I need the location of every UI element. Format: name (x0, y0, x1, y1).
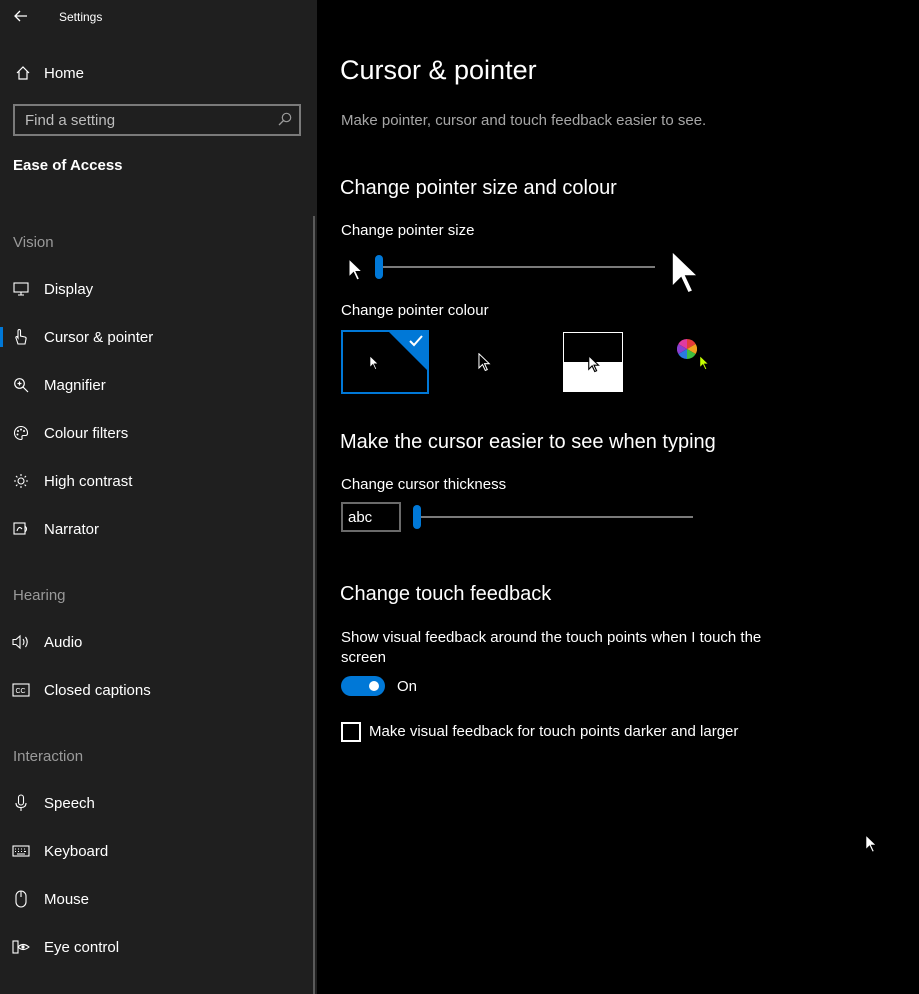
sidebar-item-label: Keyboard (44, 842, 109, 860)
sidebar-item-label: Magnifier (44, 376, 106, 394)
search-icon[interactable] (278, 112, 292, 131)
cursor-preview-box: abc (341, 502, 401, 532)
colour-option-white[interactable] (341, 330, 429, 394)
sidebar-item-label: Display (44, 280, 94, 298)
cursor-thickness-label: Change cursor thickness (341, 476, 507, 493)
colour-option-inverted[interactable] (563, 332, 623, 392)
inverted-pointer-icon (588, 355, 600, 373)
cursor-section-heading: Make the cursor easier to see when typin… (340, 431, 716, 453)
palette-icon (12, 424, 30, 442)
sidebar-item-magnifier[interactable]: Magnifier (0, 365, 312, 405)
sidebar-item-eye-control[interactable]: Eye control (0, 927, 312, 967)
touch-feedback-description: Show visual feedback around the touch po… (341, 629, 762, 666)
sidebar-item-closed-captions[interactable]: CC Closed captions (0, 670, 312, 710)
colour-wheel-icon (677, 339, 697, 359)
mouse-icon (12, 890, 30, 908)
darker-larger-checkbox[interactable] (341, 722, 361, 742)
sidebar-item-narrator[interactable]: Narrator (0, 509, 312, 549)
sidebar-item-label: Narrator (44, 520, 100, 538)
sidebar-scrollbar[interactable] (313, 216, 315, 994)
narrator-icon (12, 520, 30, 538)
sidebar-item-label: Closed captions (44, 681, 151, 699)
cursor-thickness-track[interactable] (417, 516, 693, 518)
sidebar-item-colour-filters[interactable]: Colour filters (0, 413, 312, 453)
cursor-thickness-slider[interactable] (413, 505, 421, 529)
pointer-colour-label: Change pointer colour (341, 302, 489, 319)
sidebar-item-label: Eye control (44, 938, 120, 956)
small-pointer-icon (348, 258, 364, 281)
back-button[interactable] (8, 4, 34, 28)
category-title: Ease of Access (13, 157, 123, 174)
toggle-state-label: On (397, 678, 418, 695)
sidebar-item-display[interactable]: Display (0, 269, 312, 309)
sidebar-item-label: Cursor & pointer (44, 328, 154, 346)
white-pointer-icon (369, 355, 380, 371)
eye-icon (12, 938, 30, 956)
pointer-size-label: Change pointer size (341, 222, 475, 239)
colour-option-custom[interactable] (673, 330, 761, 394)
checkmark-icon (409, 335, 423, 347)
magnifier-icon (12, 376, 30, 394)
app-title: Settings (59, 10, 103, 24)
touch-section-heading: Change touch feedback (340, 583, 552, 605)
section-header-hearing: Hearing (13, 587, 66, 604)
sidebar-item-label: Mouse (44, 890, 90, 908)
keyboard-icon (12, 842, 30, 860)
large-pointer-icon (671, 249, 700, 295)
sidebar-item-keyboard[interactable]: Keyboard (0, 831, 312, 871)
search-box (13, 104, 301, 136)
microphone-icon (12, 794, 30, 812)
pointer-size-track[interactable] (379, 266, 655, 268)
toggle-knob (369, 681, 379, 691)
cc-icon: CC (12, 681, 30, 699)
sidebar-item-label: Audio (44, 633, 83, 651)
sidebar-item-mouse[interactable]: Mouse (0, 879, 312, 919)
sidebar-item-high-contrast[interactable]: High contrast (0, 461, 312, 501)
monitor-icon (12, 280, 30, 298)
nav-home[interactable]: Home (0, 56, 317, 90)
sidebar-item-speech[interactable]: Speech (0, 783, 312, 823)
main-content: Cursor & pointer Make pointer, cursor an… (317, 0, 919, 994)
darker-larger-checkbox-label: Make visual feedback for touch points da… (369, 723, 739, 740)
pointer-hand-icon (12, 328, 30, 346)
section-header-vision: Vision (13, 234, 54, 251)
page-title: Cursor & pointer (340, 55, 537, 85)
section-header-interaction: Interaction (13, 748, 84, 765)
pointer-section-heading: Change pointer size and colour (340, 177, 617, 199)
sidebar-item-label: High contrast (44, 472, 133, 490)
back-arrow-icon (14, 10, 27, 22)
brightness-icon (12, 472, 30, 490)
sidebar-item-audio[interactable]: Audio (0, 622, 312, 662)
home-icon (14, 64, 32, 82)
sidebar-item-cursor-pointer[interactable]: Cursor & pointer (0, 317, 312, 357)
touch-feedback-toggle[interactable] (341, 676, 385, 696)
pointer-size-slider[interactable] (375, 255, 383, 279)
sidebar-item-label: Colour filters (44, 424, 129, 442)
mouse-cursor-icon (865, 834, 878, 853)
sidebar-item-label: Speech (44, 794, 95, 812)
title-bar: Settings (0, 0, 317, 33)
lime-pointer-icon (699, 355, 710, 371)
svg-text:CC: CC (16, 688, 26, 695)
sidebar: Settings Home Ease of Access Vision Disp… (0, 0, 317, 994)
search-input[interactable] (15, 111, 265, 129)
nav-home-label: Home (44, 64, 85, 82)
black-pointer-icon (478, 353, 491, 372)
speaker-icon (12, 633, 30, 651)
page-description: Make pointer, cursor and touch feedback … (341, 112, 707, 129)
colour-option-black[interactable] (451, 330, 539, 394)
